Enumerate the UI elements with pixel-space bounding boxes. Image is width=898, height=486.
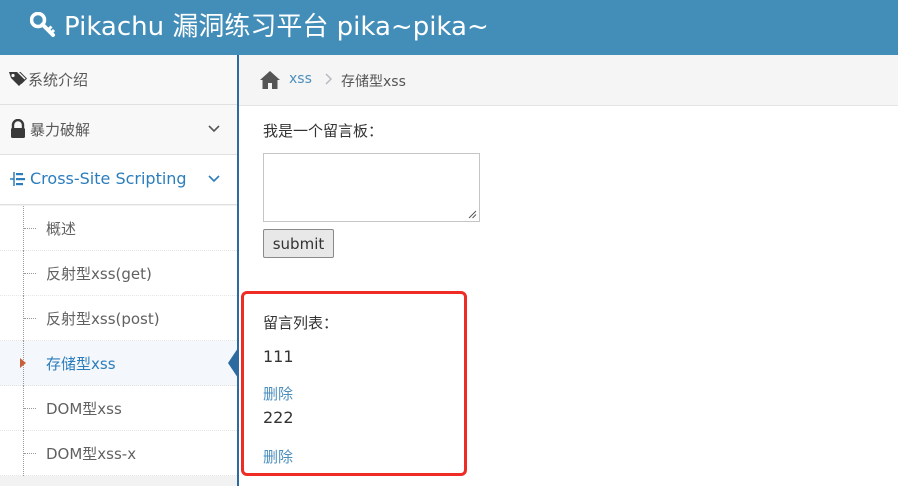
sidebar-item-xss[interactable]: Cross-Site Scripting [0, 155, 237, 205]
resize-grip-icon[interactable] [467, 209, 477, 219]
submit-button[interactable]: submit [263, 229, 334, 258]
top-navbar: Pikachu 漏洞练习平台 pika~pika~ [0, 0, 898, 55]
submenu-item-overview[interactable]: 概述 [0, 206, 237, 251]
tree-dash [24, 318, 36, 319]
tags-icon [9, 72, 27, 86]
submenu-item-label: 存储型xss [46, 355, 116, 373]
app-title[interactable]: Pikachu 漏洞练习平台 pika~pika~ [64, 10, 489, 44]
chevron-down-icon [208, 175, 220, 183]
breadcrumb: xss 存储型xss [239, 55, 898, 106]
sidebar: 系统介绍 暴力破解 Cross-Site Scripting 概述 反射型xss… [0, 55, 239, 486]
home-icon[interactable] [259, 70, 281, 90]
caret-right-icon [20, 358, 26, 368]
breadcrumb-current: 存储型xss [341, 74, 406, 90]
submenu-item-label: DOM型xss-x [46, 445, 137, 463]
lock-icon [11, 119, 25, 138]
list-tree-icon [10, 172, 25, 186]
tree-dash [24, 408, 36, 409]
submenu-item-reflected-get[interactable]: 反射型xss(get) [0, 251, 237, 296]
tree-dash [24, 228, 36, 229]
submenu-item-dom-xss[interactable]: DOM型xss [0, 386, 237, 431]
chevron-down-icon [208, 125, 220, 133]
submenu-item-label: 反射型xss(post) [46, 310, 160, 328]
submenu-item-label: 反射型xss(get) [46, 265, 152, 283]
tree-dash [24, 453, 36, 454]
tree-dash [24, 273, 36, 274]
message-textarea[interactable] [263, 153, 480, 222]
submenu-item-label: 概述 [46, 220, 77, 238]
message-list-heading: 留言列表： [263, 314, 339, 332]
delete-link[interactable]: 删除 [263, 383, 293, 404]
breadcrumb-link-xss[interactable]: xss [289, 71, 312, 87]
delete-link[interactable]: 删除 [263, 446, 293, 467]
sidebar-item-intro[interactable]: 系统介绍 [0, 55, 237, 105]
submenu-item-stored-xss[interactable]: 存储型xss [0, 341, 237, 386]
submenu-item-dom-xss-x[interactable]: DOM型xss-x [0, 431, 237, 476]
sidebar-item-label: Cross-Site Scripting [30, 169, 187, 188]
message-text: 111 [263, 347, 294, 366]
submenu-item-reflected-post[interactable]: 反射型xss(post) [0, 296, 237, 341]
sidebar-item-brute-force[interactable]: 暴力破解 [0, 105, 237, 155]
submenu-item-label: DOM型xss [46, 400, 122, 418]
message-text: 222 [263, 408, 294, 427]
chevron-right-icon [325, 73, 332, 85]
active-pointer-icon [228, 348, 237, 378]
key-icon [30, 12, 56, 37]
message-board-label: 我是一个留言板： [263, 122, 384, 140]
sidebar-item-label: 暴力破解 [30, 121, 91, 139]
sidebar-item-label: 系统介绍 [28, 71, 89, 89]
